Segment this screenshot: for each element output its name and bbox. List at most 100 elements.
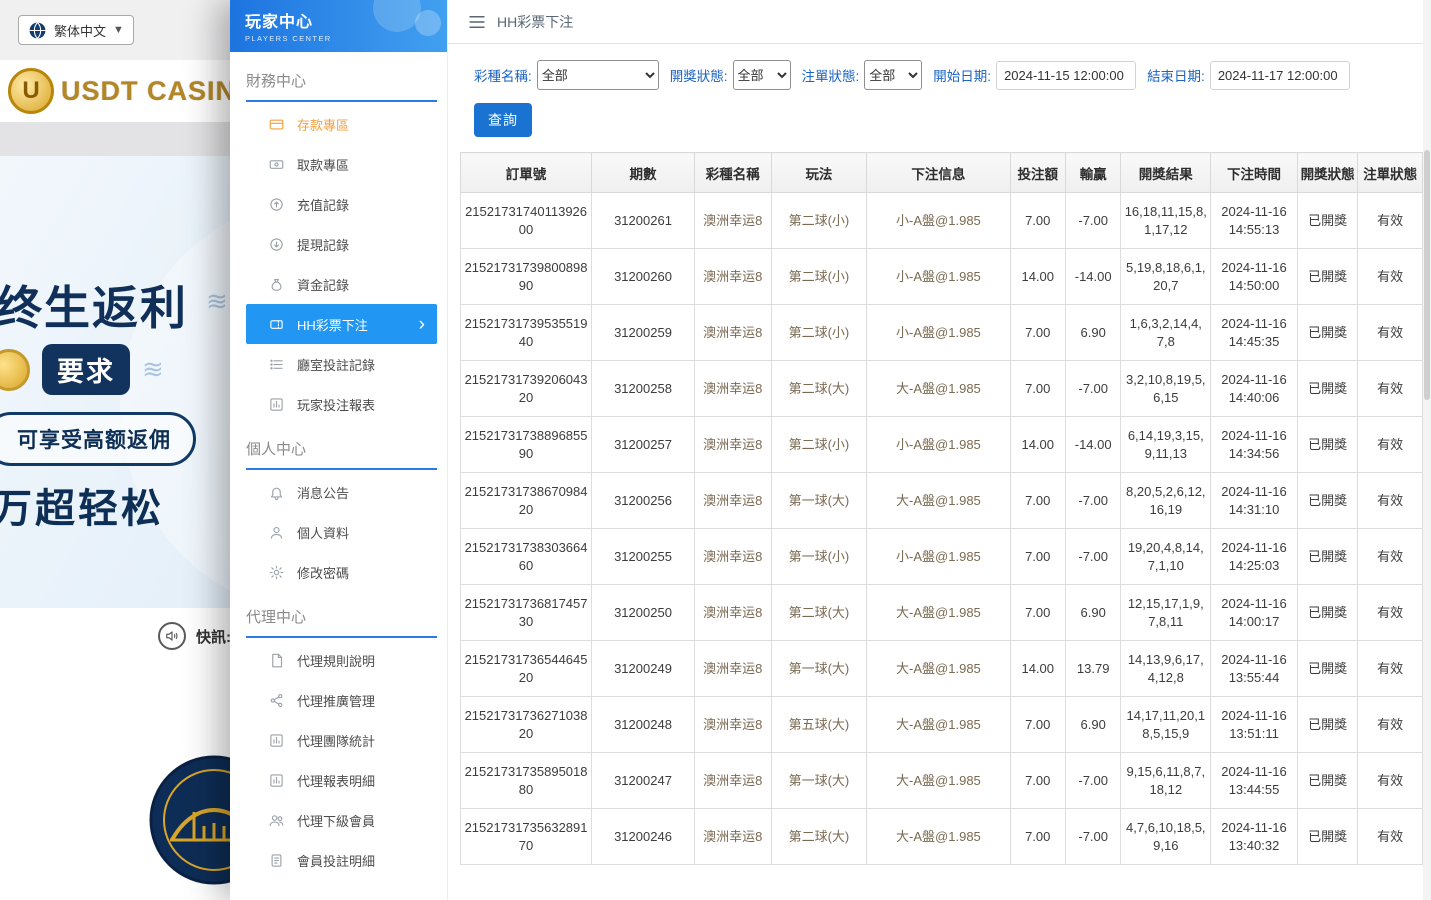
sidebar-item-agent-report-details[interactable]: 代理報表明細 <box>246 760 437 800</box>
table-cell: 有效 <box>1358 417 1423 473</box>
table-cell: 小-A盤@1.985 <box>867 305 1010 361</box>
table-cell: 13.79 <box>1065 641 1120 697</box>
table-cell: 澳洲幸运8 <box>694 753 771 809</box>
sidebar-item-deposit[interactable]: 存款專區 <box>246 104 437 144</box>
sidebar-item-label: HH彩票下注 <box>297 315 368 334</box>
table-cell: 2024-11-16 14:40:06 <box>1211 361 1298 417</box>
table-cell: 9,15,6,11,8,7,18,12 <box>1121 753 1211 809</box>
table-cell: 31200248 <box>592 697 695 753</box>
table-cell: 2152173173953551940 <box>461 305 592 361</box>
sidebar-item-label: 會員投註明細 <box>297 851 375 870</box>
main-content: HH彩票下注 彩種名稱: 全部 開獎狀態: 全部 注單狀態: 全部 <box>448 0 1431 900</box>
table-cell: -7.00 <box>1065 473 1120 529</box>
sidebar-item-label: 廳室投註記錄 <box>297 355 375 374</box>
table-cell: 7.00 <box>1010 809 1065 865</box>
start-date-label: 開始日期: <box>933 65 991 85</box>
table-cell: 31200247 <box>592 753 695 809</box>
table-cell: 澳洲幸运8 <box>694 305 771 361</box>
language-selector[interactable]: 繁体中文 ▼ <box>18 15 134 45</box>
sidebar-item-announcements[interactable]: 消息公告 <box>246 472 437 512</box>
bell-icon <box>268 484 284 500</box>
table-cell: -7.00 <box>1065 753 1120 809</box>
table-cell: 大-A盤@1.985 <box>867 809 1010 865</box>
sidebar-item-hall-bet-records[interactable]: 廳室投註記錄 <box>246 344 437 384</box>
report-icon <box>268 732 284 748</box>
table-cell: 3,2,10,8,19,5,6,15 <box>1121 361 1211 417</box>
sidebar-item-member-bet-details[interactable]: 會員投註明細 <box>246 840 437 880</box>
sidebar-item-label: 存款專區 <box>297 115 349 134</box>
table-cell: 有效 <box>1358 753 1423 809</box>
sidebar-item-agent-sub-members[interactable]: 代理下級會員 <box>246 800 437 840</box>
table-cell: 澳洲幸运8 <box>694 417 771 473</box>
table-cell: 14.00 <box>1010 249 1065 305</box>
coin-in-icon <box>268 196 284 212</box>
draw-status-select[interactable]: 全部 <box>733 60 791 90</box>
table-cell: 大-A盤@1.985 <box>867 697 1010 753</box>
table-cell: 有效 <box>1358 305 1423 361</box>
sidebar-item-agent-rules[interactable]: 代理規則說明 <box>246 640 437 680</box>
sidebar-item-agent-team-stats[interactable]: 代理團隊統計 <box>246 720 437 760</box>
table-cell: 2152173173627103820 <box>461 697 592 753</box>
sidebar-item-funds-records[interactable]: 資金記錄 <box>246 264 437 304</box>
table-cell: 有效 <box>1358 529 1423 585</box>
table-cell: 7.00 <box>1010 697 1065 753</box>
sidebar-item-withdrawal-records[interactable]: 提現記錄 <box>246 224 437 264</box>
table-cell: 第一球(大) <box>771 753 867 809</box>
sidebar-item-change-password[interactable]: 修改密碼 <box>246 552 437 592</box>
scrollbar-thumb[interactable] <box>1424 150 1430 400</box>
table-row: 215217317401139260031200261澳洲幸运8第二球(小)小-… <box>461 193 1423 249</box>
sidebar-item-agent-promotion[interactable]: 代理推廣管理 <box>246 680 437 720</box>
sidebar-item-hh-lottery-bets[interactable]: HH彩票下注› <box>246 304 437 344</box>
end-date-input[interactable] <box>1210 61 1350 90</box>
column-header: 輸贏 <box>1065 153 1120 193</box>
speaker-icon <box>158 622 186 650</box>
draw-status-label: 開獎狀態: <box>670 65 728 85</box>
content-topbar: HH彩票下注 <box>448 0 1431 44</box>
table-row: 215217317358950188031200247澳洲幸运8第一球(大)大-… <box>461 753 1423 809</box>
table-cell: 19,20,4,8,14,7,1,10 <box>1121 529 1211 585</box>
search-button[interactable]: 查詢 <box>474 103 532 137</box>
doc-icon <box>268 652 284 668</box>
table-row: 215217317392060432031200258澳洲幸运8第二球(大)大-… <box>461 361 1423 417</box>
table-cell: 大-A盤@1.985 <box>867 585 1010 641</box>
sidebar-item-label: 充值記錄 <box>297 195 349 214</box>
table-cell: 2024-11-16 13:51:11 <box>1211 697 1298 753</box>
table-cell: 大-A盤@1.985 <box>867 641 1010 697</box>
share-icon <box>268 692 284 708</box>
table-cell: 7.00 <box>1010 361 1065 417</box>
menu-toggle-icon[interactable] <box>468 14 486 30</box>
table-cell: 7.00 <box>1010 193 1065 249</box>
table-cell: 已開獎 <box>1297 585 1358 641</box>
report-icon <box>268 772 284 788</box>
table-cell: 大-A盤@1.985 <box>867 473 1010 529</box>
table-cell: 澳洲幸运8 <box>694 249 771 305</box>
table-cell: 14.00 <box>1010 417 1065 473</box>
sidebar-item-recharge-records[interactable]: 充值記錄 <box>246 184 437 224</box>
table-row: 215217317388968559031200257澳洲幸运8第二球(小)小-… <box>461 417 1423 473</box>
brand-coin-icon: U <box>8 68 54 114</box>
sidebar-item-profile[interactable]: 個人資料 <box>246 512 437 552</box>
end-date-label: 結束日期: <box>1147 65 1205 85</box>
language-label: 繁体中文 <box>54 21 106 40</box>
table-cell: 第五球(大) <box>771 697 867 753</box>
person-icon <box>268 524 284 540</box>
vertical-scrollbar <box>1423 0 1431 900</box>
table-cell: 第二球(大) <box>771 585 867 641</box>
table-cell: 小-A盤@1.985 <box>867 193 1010 249</box>
sidebar-item-withdraw[interactable]: 取款專區 <box>246 144 437 184</box>
lottery-name-select[interactable]: 全部 <box>537 60 659 90</box>
table-row: 215217317398008989031200260澳洲幸运8第二球(小)小-… <box>461 249 1423 305</box>
table-cell: 2152173173681745730 <box>461 585 592 641</box>
table-cell: 澳洲幸运8 <box>694 697 771 753</box>
ticket-icon <box>268 316 284 332</box>
table-cell: 2152173173980089890 <box>461 249 592 305</box>
sidebar-item-label: 個人資料 <box>297 523 349 542</box>
sidebar-item-player-bet-report[interactable]: 玩家投注報表 <box>246 384 437 424</box>
table-cell: 2024-11-16 14:00:17 <box>1211 585 1298 641</box>
gold-coin-icon <box>0 349 30 391</box>
table-cell: 澳洲幸运8 <box>694 529 771 585</box>
start-date-input[interactable] <box>996 61 1136 90</box>
order-status-select[interactable]: 全部 <box>864 60 922 90</box>
wave-decoration: ≋ <box>142 354 167 385</box>
banner-subline: 万超轻松 <box>0 476 164 534</box>
